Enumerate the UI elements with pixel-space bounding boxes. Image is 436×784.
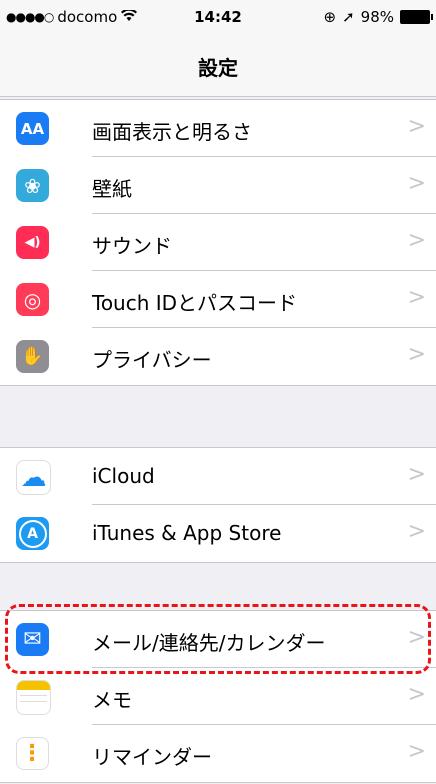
row-label: iTunes & App Store <box>92 521 282 545</box>
settings-group-apps: ✉ メール/連絡先/カレンダー > メモ > ⋮ リマインダー > <box>0 610 436 783</box>
display-brightness-icon: AA <box>16 112 49 145</box>
row-label: メモ <box>92 688 132 712</box>
chevron-right-icon: > <box>407 114 426 139</box>
notes-icon <box>16 680 51 715</box>
app-store-icon: A <box>16 517 49 550</box>
battery-icon <box>400 10 433 24</box>
row-label: iCloud <box>92 464 155 488</box>
chevron-right-icon: > <box>407 519 426 544</box>
reminders-icon: ⋮ <box>16 737 49 770</box>
settings-screen: ●●●●○ docomo 14:42 ⊕ ➚ 98% 設定 AA 画面表示と明る… <box>0 0 436 784</box>
orientation-lock-icon: ⊕ <box>323 8 337 26</box>
settings-row-notes[interactable]: メモ > <box>0 668 436 725</box>
settings-group-display: AA 画面表示と明るさ > ❀ 壁紙 > ◀) サウンド > ◎ Touch I… <box>0 99 436 386</box>
icloud-icon: ☁ <box>16 460 51 495</box>
fingerprint-icon: ◎ <box>16 283 49 316</box>
settings-row-itunes-app-store[interactable]: A iTunes & App Store > <box>0 505 436 562</box>
settings-row-mail-contacts-calendars[interactable]: ✉ メール/連絡先/カレンダー > <box>0 611 436 668</box>
row-label: プライバシー <box>92 348 212 372</box>
settings-row-icloud[interactable]: ☁ iCloud > <box>0 448 436 505</box>
battery-percent: 98% <box>360 8 394 26</box>
settings-row-wallpaper[interactable]: ❀ 壁紙 > <box>0 157 436 214</box>
location-icon: ➚ <box>342 8 355 26</box>
hand-icon: ✋ <box>16 340 49 373</box>
notes-icon-line <box>20 701 47 707</box>
navigation-bar: 設定 <box>0 36 436 97</box>
row-label: Touch IDとパスコード <box>92 291 298 315</box>
mail-icon: ✉ <box>16 623 49 656</box>
chevron-right-icon: > <box>407 682 426 707</box>
settings-row-privacy[interactable]: ✋ プライバシー > <box>0 328 436 385</box>
status-right: ⊕ ➚ 98% <box>323 8 433 26</box>
chevron-right-icon: > <box>407 625 426 650</box>
app-store-glyph: A <box>18 519 47 548</box>
row-label: メール/連絡先/カレンダー <box>92 631 326 655</box>
wallpaper-icon: ❀ <box>16 169 49 202</box>
chevron-right-icon: > <box>407 462 426 487</box>
chevron-right-icon: > <box>407 285 426 310</box>
sound-icon: ◀) <box>16 226 49 259</box>
chevron-right-icon: > <box>407 171 426 196</box>
row-label: リマインダー <box>92 745 212 769</box>
settings-row-touch-id[interactable]: ◎ Touch IDとパスコード > <box>0 271 436 328</box>
chevron-right-icon: > <box>407 342 426 367</box>
settings-row-sound[interactable]: ◀) サウンド > <box>0 214 436 271</box>
row-label: 画面表示と明るさ <box>92 120 252 144</box>
settings-row-display-brightness[interactable]: AA 画面表示と明るさ > <box>0 100 436 157</box>
page-title: 設定 <box>198 56 238 80</box>
row-label: サウンド <box>92 234 172 258</box>
settings-row-reminders[interactable]: ⋮ リマインダー > <box>0 725 436 782</box>
notes-icon-header <box>17 681 50 690</box>
row-label: 壁紙 <box>92 177 132 201</box>
chevron-right-icon: > <box>407 228 426 253</box>
settings-group-accounts: ☁ iCloud > A iTunes & App Store > <box>0 447 436 563</box>
chevron-right-icon: > <box>407 739 426 764</box>
status-bar: ●●●●○ docomo 14:42 ⊕ ➚ 98% <box>0 0 436 36</box>
